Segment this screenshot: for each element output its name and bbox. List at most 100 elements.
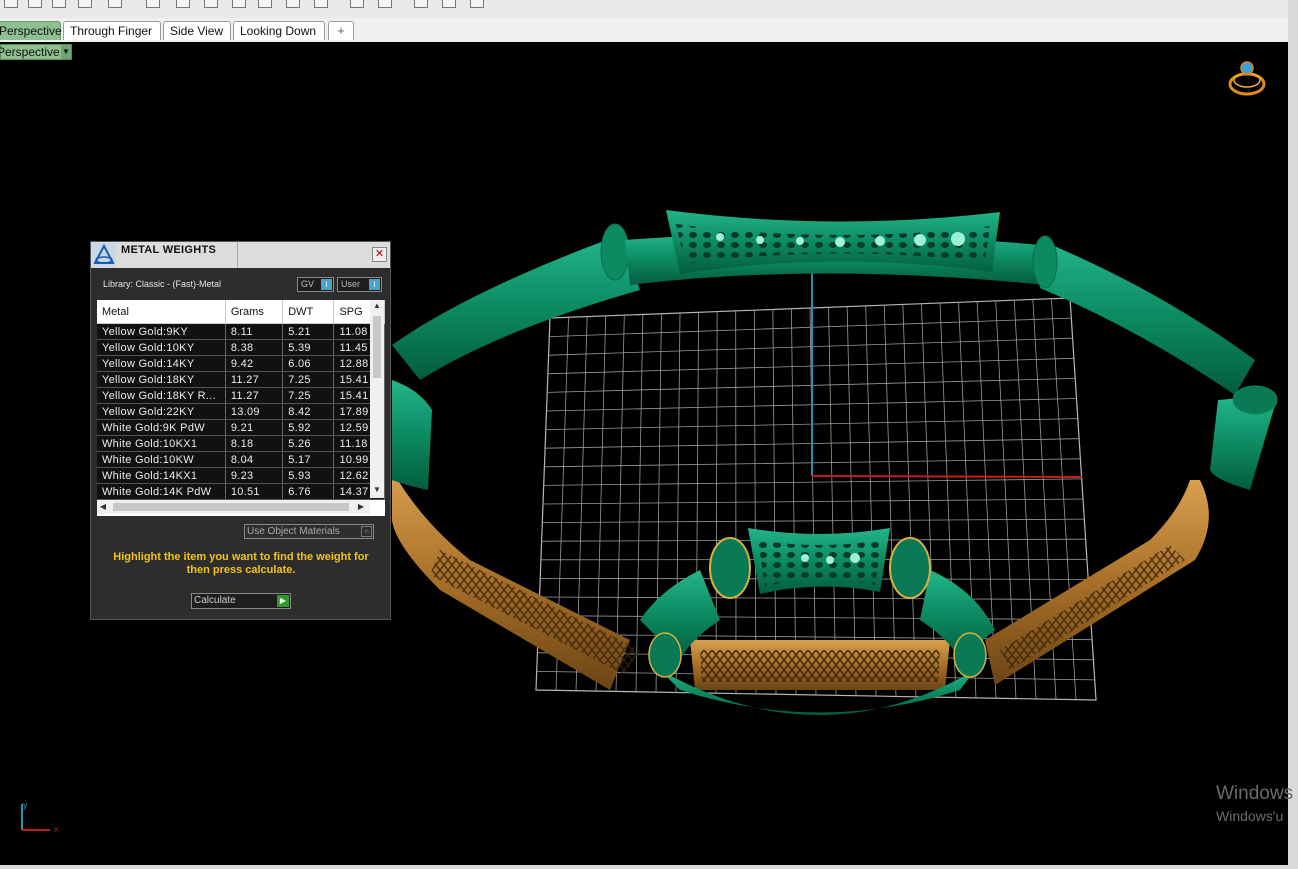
viewport-label[interactable]: Perspective ▼	[0, 44, 72, 60]
table-row[interactable]: Yellow Gold:9KY 8.11 5.21 11.08	[97, 323, 385, 340]
scroll-down-icon[interactable]: ▼	[370, 484, 384, 496]
use-object-materials-toggle[interactable]: Use Object Materials ○	[244, 524, 374, 539]
table-cell: Yellow Gold:18KY R...	[97, 387, 226, 404]
table-horizontal-scrollbar[interactable]: ◀ ▶	[97, 500, 370, 514]
toolbar-icon[interactable]	[314, 0, 328, 8]
table-cell: 7.25	[282, 371, 335, 388]
matrix-logo-icon	[92, 243, 116, 267]
toolbar-icon[interactable]	[28, 0, 42, 8]
toolbar-icon[interactable]	[146, 0, 160, 8]
user-toggle-label: User	[341, 279, 361, 289]
table-cell: 10.51	[225, 483, 284, 500]
table-cell: White Gold:10KX1	[97, 435, 226, 452]
toolbar-icon[interactable]	[204, 0, 218, 8]
tab-perspective[interactable]: Perspective	[0, 21, 62, 40]
viewport-label-text: Perspective	[0, 45, 60, 59]
toolbar-icon[interactable]	[232, 0, 246, 8]
table-row[interactable]: Yellow Gold:14KY 9.42 6.06 12.88	[97, 355, 385, 372]
table-row[interactable]: White Gold:14KX1 9.23 5.93 12.62	[97, 467, 385, 484]
add-tab-button[interactable]: +	[328, 21, 354, 40]
tab-looking-down[interactable]: Looking Down	[233, 21, 325, 40]
panel-header[interactable]: METAL WEIGHTS ✕	[91, 242, 390, 268]
gv-toggle-label: GV	[301, 279, 315, 289]
table-cell: 9.21	[225, 419, 284, 436]
toolbar	[0, 0, 1290, 19]
table-cell: 8.38	[225, 339, 284, 356]
toolbar-icon[interactable]	[470, 0, 484, 8]
scroll-left-icon[interactable]: ◀	[97, 500, 109, 514]
table-cell: 5.39	[282, 339, 335, 356]
axis-label-y: y	[23, 800, 28, 810]
table-cell: Yellow Gold:22KY	[97, 403, 226, 420]
table-vertical-scrollbar[interactable]: ▲ ▼	[370, 300, 384, 498]
calculate-arrow-icon[interactable]: ▶	[277, 595, 289, 607]
activation-watermark-subtitle: Windows'u	[1216, 808, 1284, 824]
table-row[interactable]: Yellow Gold:18KY R... 11.27 7.25 15.41	[97, 387, 385, 404]
table-cell: Yellow Gold:18KY	[97, 371, 226, 388]
gv-toggle[interactable]: GV i	[297, 277, 334, 292]
toolbar-icon[interactable]	[378, 0, 392, 8]
toolbar-icon[interactable]	[4, 0, 18, 8]
close-icon[interactable]: ✕	[372, 247, 387, 262]
scroll-thumb[interactable]	[113, 503, 349, 511]
ring-navigator-icon[interactable]	[1228, 61, 1266, 96]
table-row[interactable]: White Gold:14K PdW 10.51 6.76 14.37	[97, 483, 385, 500]
table-row[interactable]: Yellow Gold:10KY 8.38 5.39 11.45	[97, 339, 385, 356]
table-cell: White Gold:9K PdW	[97, 419, 226, 436]
tab-side-view[interactable]: Side View	[163, 21, 231, 40]
tab-through-finger[interactable]: Through Finger	[63, 21, 161, 40]
column-header-metal[interactable]: Metal	[97, 300, 226, 324]
table-row[interactable]: White Gold:10KX1 8.18 5.26 11.18	[97, 435, 385, 452]
metal-weights-panel: METAL WEIGHTS ✕ Library: Classic - (Fast…	[90, 241, 391, 620]
table-row[interactable]: Yellow Gold:18KY 11.27 7.25 15.41	[97, 371, 385, 388]
header-divider	[237, 242, 238, 268]
toolbar-icon[interactable]	[414, 0, 428, 8]
axis-triad: y x	[21, 800, 59, 834]
radio-icon[interactable]: ○	[361, 526, 372, 537]
toolbar-icon[interactable]	[350, 0, 364, 8]
calculate-label: Calculate	[194, 595, 236, 606]
table-cell: 8.11	[225, 323, 284, 340]
table-cell: White Gold:14KX1	[97, 467, 226, 484]
table-cell: 11.27	[225, 371, 284, 388]
column-header-dwt[interactable]: DWT	[282, 300, 335, 324]
toolbar-icon[interactable]	[258, 0, 272, 8]
info-toggle-icon[interactable]: i	[369, 279, 380, 290]
calculate-button[interactable]: Calculate ▶	[191, 593, 291, 609]
table-cell: 13.09	[225, 403, 284, 420]
toolbar-icon[interactable]	[286, 0, 300, 8]
toolbar-icon[interactable]	[442, 0, 456, 8]
table-cell: Yellow Gold:14KY	[97, 355, 226, 372]
table-row[interactable]: Yellow Gold:22KY 13.09 8.42 17.89	[97, 403, 385, 420]
library-label: Library: Classic - (Fast)-Metal	[103, 279, 222, 289]
axis-label-x: x	[54, 824, 59, 834]
table-cell: 5.26	[282, 435, 335, 452]
scroll-right-icon[interactable]: ▶	[355, 500, 367, 514]
toolbar-icon[interactable]	[108, 0, 122, 8]
activation-watermark-title: Windows	[1216, 783, 1294, 804]
toolbar-icon[interactable]	[176, 0, 190, 8]
table-cell: 9.42	[225, 355, 284, 372]
scroll-up-icon[interactable]: ▲	[370, 300, 384, 312]
window-bottom-edge	[0, 865, 1298, 869]
column-header-grams[interactable]: Grams	[225, 300, 284, 324]
table-cell: Yellow Gold:9KY	[97, 323, 226, 340]
info-toggle-icon[interactable]: i	[321, 279, 332, 290]
table-cell: White Gold:14K PdW	[97, 483, 226, 500]
table-cell: Yellow Gold:10KY	[97, 339, 226, 356]
table-header-row: Metal Grams DWT SPG	[97, 300, 385, 324]
panel-title: METAL WEIGHTS	[121, 244, 217, 256]
table-cell: White Gold:10KW	[97, 451, 226, 468]
table-cell: 6.76	[282, 483, 335, 500]
table-row[interactable]: White Gold:9K PdW 9.21 5.92 12.59	[97, 419, 385, 436]
toolbar-icon[interactable]	[78, 0, 92, 8]
user-toggle[interactable]: User i	[337, 277, 382, 292]
scroll-thumb[interactable]	[373, 316, 381, 378]
table-cell: 8.18	[225, 435, 284, 452]
table-row[interactable]: White Gold:10KW 8.04 5.17 10.99	[97, 451, 385, 468]
toolbar-icon[interactable]	[52, 0, 66, 8]
viewport-menu-arrow-icon[interactable]: ▼	[61, 45, 71, 59]
table-cell: 5.93	[282, 467, 335, 484]
table-cell: 11.27	[225, 387, 284, 404]
x-axis-line	[811, 475, 1083, 478]
